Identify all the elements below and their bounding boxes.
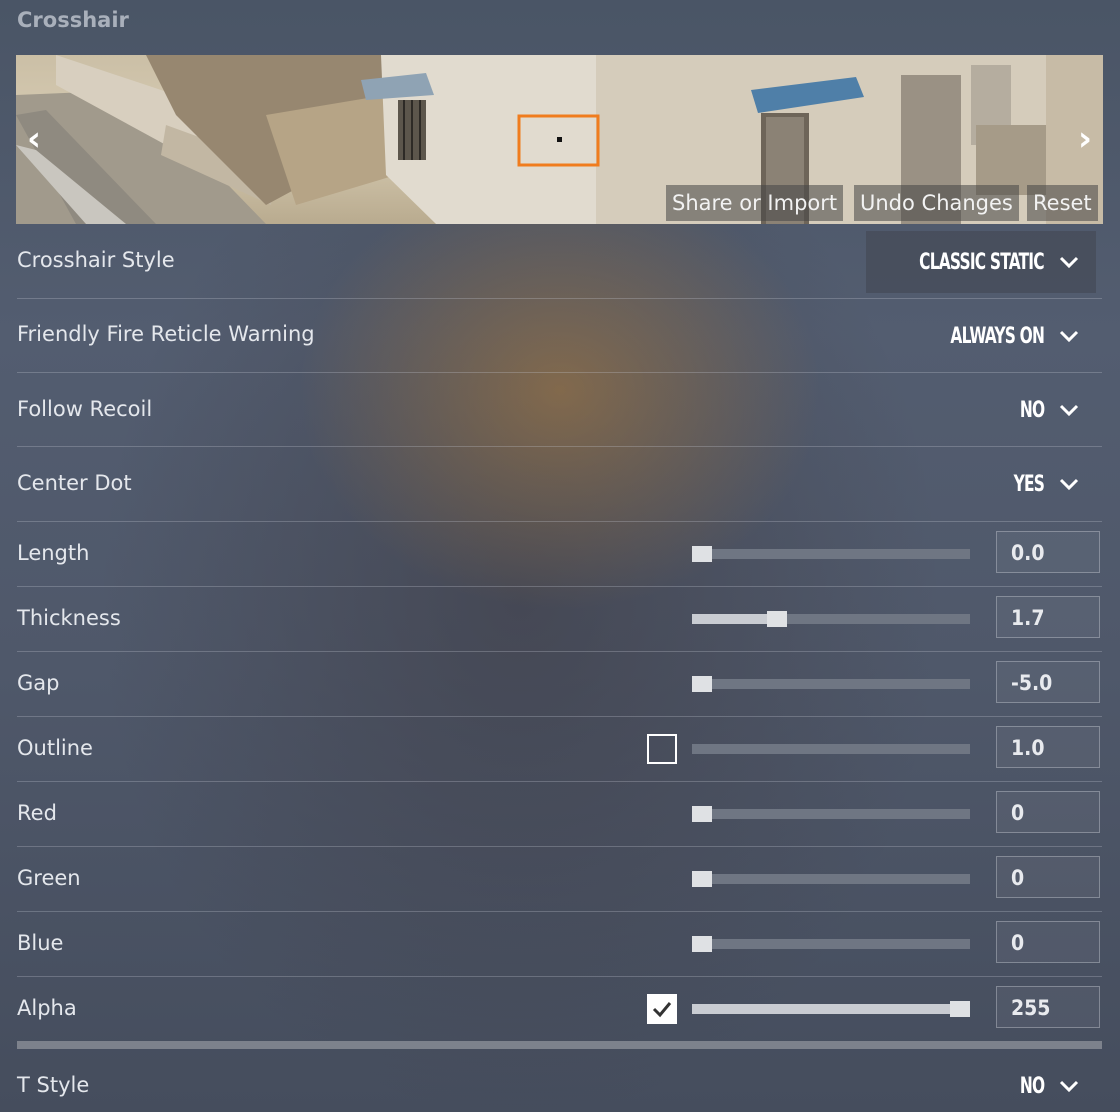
- dropdown-value: YES: [1013, 471, 1044, 497]
- outline-checkbox[interactable]: [647, 734, 677, 764]
- setting-row-outline: Outline 1.0: [17, 717, 1102, 782]
- chevron-down-icon: [1059, 330, 1079, 343]
- green-value-field[interactable]: 0: [996, 856, 1100, 898]
- chevron-down-icon: [1059, 1080, 1079, 1093]
- red-slider[interactable]: [692, 806, 970, 822]
- length-slider[interactable]: [692, 546, 970, 562]
- slider-thumb[interactable]: [692, 936, 712, 952]
- checkmark-icon: [652, 1002, 672, 1018]
- outline-value-field[interactable]: 1.0: [996, 726, 1100, 768]
- green-slider[interactable]: [692, 871, 970, 887]
- setting-row-thickness: Thickness 1.7: [17, 587, 1102, 652]
- scroll-divider: [17, 1041, 1102, 1049]
- undo-changes-button[interactable]: Undo Changes: [854, 185, 1019, 221]
- slider-fill: [692, 614, 777, 624]
- setting-row-gap: Gap -5.0: [17, 652, 1102, 717]
- slider-track: [692, 874, 970, 884]
- setting-row-friendly-fire: Friendly Fire Reticle Warning ALWAYS ON: [17, 299, 1102, 373]
- setting-label: Length: [17, 541, 90, 565]
- setting-label: T Style: [17, 1073, 90, 1097]
- setting-label: Gap: [17, 671, 60, 695]
- thickness-value-field[interactable]: 1.7: [996, 596, 1100, 638]
- slider-thumb[interactable]: [692, 871, 712, 887]
- setting-row-center-dot: Center Dot YES: [17, 447, 1102, 522]
- slider-thumb[interactable]: [692, 676, 712, 692]
- setting-row-crosshair-style: Crosshair Style CLASSIC STATIC: [17, 224, 1102, 299]
- center-dot-dropdown[interactable]: YES: [1005, 462, 1096, 506]
- slider-track: [692, 549, 970, 559]
- gap-value-field[interactable]: -5.0: [996, 661, 1100, 703]
- outline-slider[interactable]: [692, 744, 970, 754]
- alpha-slider[interactable]: [692, 1001, 970, 1017]
- slider-thumb[interactable]: [692, 806, 712, 822]
- setting-label: Blue: [17, 931, 64, 955]
- setting-label: Red: [17, 801, 57, 825]
- share-import-button[interactable]: Share or Import: [666, 185, 844, 221]
- chevron-left-icon[interactable]: ‹: [19, 121, 49, 157]
- slider-thumb[interactable]: [950, 1001, 970, 1017]
- setting-row-green: Green 0: [17, 847, 1102, 912]
- crosshair-style-dropdown[interactable]: CLASSIC STATIC: [866, 231, 1096, 293]
- slider-track: [692, 679, 970, 689]
- setting-label: Crosshair Style: [17, 248, 175, 272]
- setting-label: Green: [17, 866, 81, 890]
- chevron-down-icon: [1059, 404, 1079, 417]
- dropdown-value: ALWAYS ON: [950, 323, 1045, 349]
- slider-track: [692, 809, 970, 819]
- reset-button[interactable]: Reset: [1027, 185, 1098, 221]
- gap-slider[interactable]: [692, 676, 970, 692]
- red-value-field[interactable]: 0: [996, 791, 1100, 833]
- thickness-slider[interactable]: [692, 611, 970, 627]
- setting-row-follow-recoil: Follow Recoil NO: [17, 373, 1102, 447]
- blue-slider[interactable]: [692, 936, 970, 952]
- setting-label: Friendly Fire Reticle Warning: [17, 322, 315, 346]
- length-value-field[interactable]: 0.0: [996, 531, 1100, 573]
- crosshair-center-dot: [557, 137, 562, 142]
- slider-fill: [692, 1004, 960, 1014]
- dropdown-value: NO: [1019, 397, 1045, 423]
- setting-row-blue: Blue 0: [17, 912, 1102, 977]
- crosshair-preview: ‹ › Share or Import Undo Changes Reset: [16, 55, 1103, 224]
- setting-row-length: Length 0.0: [17, 522, 1102, 587]
- dropdown-value: NO: [1019, 1073, 1045, 1099]
- slider-track: [692, 744, 970, 754]
- setting-row-t-style: T Style NO: [17, 1058, 1102, 1112]
- setting-label: Center Dot: [17, 471, 132, 495]
- chevron-right-icon[interactable]: ›: [1070, 121, 1100, 157]
- setting-row-red: Red 0: [17, 782, 1102, 847]
- alpha-checkbox[interactable]: [647, 994, 677, 1024]
- setting-label: Follow Recoil: [17, 397, 153, 421]
- section-title: Crosshair: [17, 8, 129, 32]
- blue-value-field[interactable]: 0: [996, 921, 1100, 963]
- dropdown-value: CLASSIC STATIC: [919, 249, 1044, 275]
- setting-label: Thickness: [17, 606, 121, 630]
- friendly-fire-dropdown[interactable]: ALWAYS ON: [924, 314, 1096, 358]
- slider-thumb[interactable]: [692, 546, 712, 562]
- chevron-down-icon: [1059, 256, 1079, 269]
- follow-recoil-dropdown[interactable]: NO: [1013, 388, 1096, 432]
- slider-thumb[interactable]: [766, 611, 787, 627]
- setting-label: Alpha: [17, 996, 77, 1020]
- slider-track: [692, 939, 970, 949]
- setting-row-alpha: Alpha 255: [17, 977, 1102, 1041]
- setting-label: Outline: [17, 736, 93, 760]
- chevron-down-icon: [1059, 478, 1079, 491]
- t-style-dropdown[interactable]: NO: [1013, 1064, 1096, 1108]
- alpha-value-field[interactable]: 255: [996, 986, 1100, 1028]
